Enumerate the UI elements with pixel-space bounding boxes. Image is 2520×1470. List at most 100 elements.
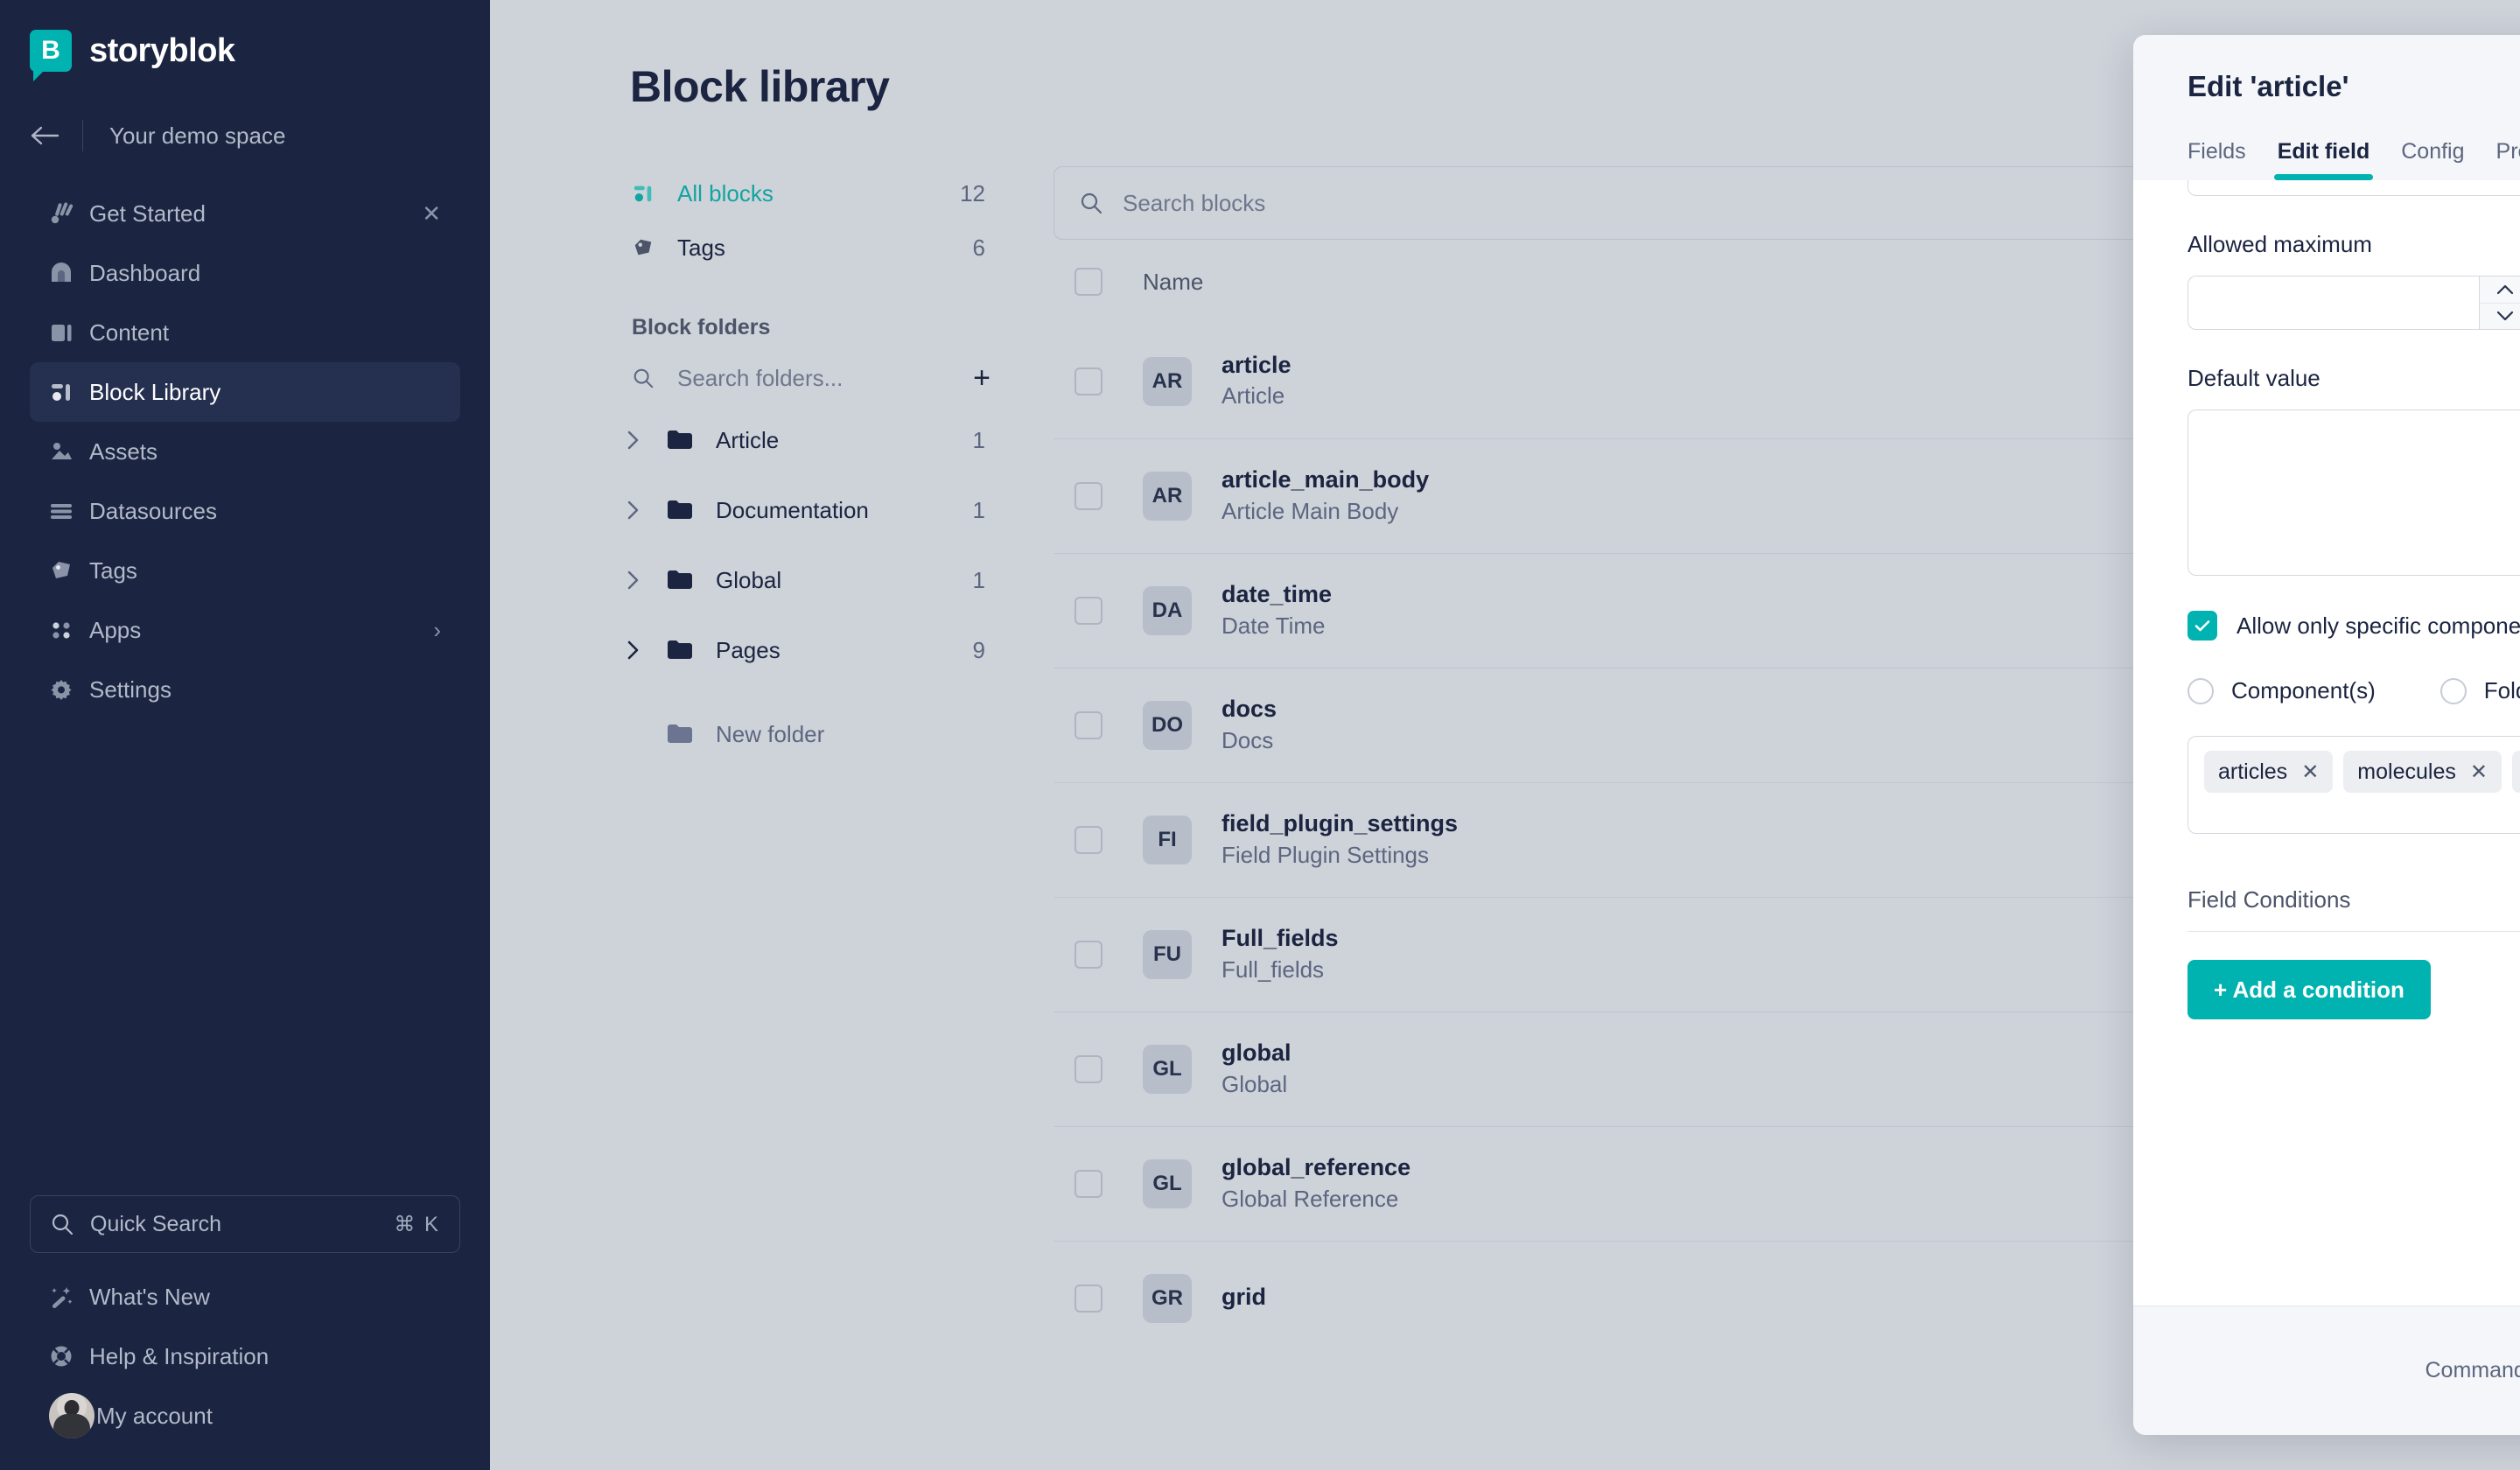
tags-multiselect[interactable]: articles✕ molecules✕ organisms✕ atom✕ ✕ bbox=[2188, 736, 2520, 834]
block-display-name: Full_fields bbox=[1222, 956, 1325, 983]
chevron-right-icon[interactable] bbox=[626, 430, 667, 451]
add-folder-button[interactable]: + bbox=[973, 363, 990, 393]
folder-row-documentation[interactable]: Documentation 1 bbox=[621, 475, 1006, 545]
row-checkbox[interactable] bbox=[1074, 482, 1102, 510]
new-folder-button[interactable]: New folder bbox=[621, 699, 1006, 769]
block-technical-name: docs bbox=[1222, 696, 1278, 723]
back-arrow-icon[interactable] bbox=[30, 125, 82, 146]
sidebar-item-my-account[interactable]: My account bbox=[30, 1386, 460, 1446]
scrolled-off-input-field[interactable] bbox=[2188, 180, 2520, 195]
block-badge: FU bbox=[1143, 930, 1192, 979]
sidebar-item-label: Settings bbox=[89, 676, 172, 703]
row-checkbox[interactable] bbox=[1074, 1170, 1102, 1198]
sidebar-item-tags[interactable]: Tags bbox=[30, 541, 460, 600]
tab-edit-field[interactable]: Edit field bbox=[2262, 139, 2386, 180]
allow-specific-components-row[interactable]: Allow only specific components to be ins… bbox=[2188, 611, 2520, 640]
space-switcher[interactable]: Your demo space bbox=[0, 112, 490, 159]
chevron-right-icon[interactable] bbox=[626, 570, 667, 591]
search-icon bbox=[50, 1212, 90, 1236]
select-all-checkbox[interactable] bbox=[1074, 268, 1102, 296]
brand-logo[interactable]: B storyblok bbox=[0, 0, 490, 81]
default-value-textarea[interactable] bbox=[2188, 410, 2520, 576]
sidebar-item-get-started[interactable]: Get Started ✕ bbox=[30, 184, 460, 243]
tag-chip[interactable]: organisms✕ bbox=[2511, 751, 2520, 793]
block-display-name: Date Time bbox=[1222, 612, 1326, 639]
row-checkbox[interactable] bbox=[1074, 597, 1102, 625]
sidebar-item-dashboard[interactable]: Dashboard bbox=[30, 243, 460, 303]
close-icon[interactable]: ✕ bbox=[422, 200, 441, 228]
sidebar-item-help[interactable]: Help & Inspiration bbox=[30, 1326, 460, 1386]
tab-config[interactable]: Config bbox=[2385, 139, 2480, 180]
new-folder-label: New folder bbox=[716, 720, 825, 747]
scrolled-off-input[interactable] bbox=[2188, 180, 2520, 196]
sidebar-item-settings[interactable]: Settings bbox=[30, 660, 460, 719]
row-checkbox[interactable] bbox=[1074, 941, 1102, 969]
remove-tag-icon[interactable]: ✕ bbox=[2470, 760, 2488, 785]
tab-fields[interactable]: Fields bbox=[2188, 139, 2262, 180]
row-checkbox[interactable] bbox=[1074, 1055, 1102, 1083]
folder-row-global[interactable]: Global 1 bbox=[621, 545, 1006, 615]
block-technical-name: date_time bbox=[1222, 581, 1333, 608]
sidebar-item-datasources[interactable]: Datasources bbox=[30, 481, 460, 541]
app-root: B storyblok Your demo space Get Started … bbox=[0, 0, 2520, 1470]
block-folders-heading: Block folders bbox=[632, 315, 771, 340]
block-display-name: Global Reference bbox=[1222, 1185, 1399, 1212]
folder-name: Global bbox=[716, 566, 782, 593]
tab-presets[interactable]: Presets bbox=[2481, 139, 2520, 180]
tag-icon bbox=[632, 236, 677, 259]
folder-icon bbox=[667, 723, 716, 746]
folder-search-input[interactable]: Search folders... + bbox=[621, 351, 1006, 405]
chevron-right-icon[interactable] bbox=[626, 500, 667, 521]
allow-specific-checkbox[interactable] bbox=[2188, 611, 2217, 640]
sidebar-item-apps[interactable]: Apps › bbox=[30, 600, 460, 660]
sidebar-item-content[interactable]: Content bbox=[30, 303, 460, 362]
modal-title: Edit 'article' bbox=[2188, 70, 2349, 102]
tag-chip[interactable]: articles ✕ bbox=[2204, 751, 2334, 793]
tag-chip-label: articles bbox=[2218, 759, 2288, 784]
tree-item-label: Tags bbox=[677, 234, 725, 261]
row-checkbox[interactable] bbox=[1074, 711, 1102, 739]
sidebar-item-block-library[interactable]: Block Library bbox=[30, 362, 460, 422]
folder-row-pages[interactable]: Pages 9 bbox=[621, 615, 1006, 685]
tree-item-all-blocks[interactable]: All blocks 12 bbox=[621, 166, 1006, 220]
tree-item-tags[interactable]: Tags 6 bbox=[621, 220, 1006, 275]
logo-letter: B bbox=[41, 36, 60, 65]
remove-tag-icon[interactable]: ✕ bbox=[2301, 760, 2319, 785]
folder-count: 1 bbox=[972, 496, 985, 523]
block-names: Full_fields Full_fields bbox=[1222, 924, 1339, 985]
block-technical-name: article_main_body bbox=[1222, 466, 1430, 494]
radio-components[interactable]: Component(s) bbox=[2188, 677, 2376, 704]
block-badge: AR bbox=[1143, 472, 1192, 521]
sidebar-item-whats-new[interactable]: What's New bbox=[30, 1267, 460, 1326]
folder-icon bbox=[667, 429, 716, 452]
sidebar-item-assets[interactable]: Assets bbox=[30, 422, 460, 481]
lifebuoy-icon bbox=[49, 1344, 89, 1368]
folder-count: 9 bbox=[972, 636, 985, 663]
row-checkbox[interactable] bbox=[1074, 826, 1102, 854]
row-checkbox[interactable] bbox=[1074, 367, 1102, 396]
block-technical-name: article bbox=[1222, 351, 1292, 378]
radio-folders[interactable]: Folder(s) bbox=[2440, 677, 2520, 704]
tag-chip[interactable]: molecules ✕ bbox=[2343, 751, 2502, 793]
add-condition-button[interactable]: + Add a condition bbox=[2188, 960, 2431, 1019]
block-names: article Article bbox=[1222, 351, 1292, 412]
search-blocks-placeholder: Search blocks bbox=[1123, 189, 1266, 216]
sidebar-item-label: Content bbox=[89, 318, 170, 346]
chevron-up-icon[interactable] bbox=[2480, 276, 2520, 303]
chevron-right-icon[interactable]: › bbox=[433, 617, 441, 644]
allowed-maximum-input[interactable] bbox=[2188, 276, 2479, 329]
folder-name: Documentation bbox=[716, 496, 869, 523]
tag-chip-label: molecules bbox=[2357, 759, 2456, 784]
block-technical-name: global_reference bbox=[1222, 1154, 1411, 1181]
scope-radio-group: Component(s) Folder(s) Tag(s) bbox=[2188, 677, 2520, 704]
row-checkbox[interactable] bbox=[1074, 1284, 1102, 1312]
folder-row-article[interactable]: Article 1 bbox=[621, 405, 1006, 475]
chevron-down-icon[interactable] bbox=[2480, 302, 2520, 329]
chevron-right-icon[interactable] bbox=[626, 640, 667, 661]
folder-icon bbox=[667, 499, 716, 522]
radio-dot bbox=[2188, 677, 2214, 704]
quick-search-input[interactable]: Quick Search ⌘ K bbox=[30, 1195, 460, 1253]
space-name: Your demo space bbox=[109, 122, 286, 149]
allowed-maximum-stepper[interactable] bbox=[2188, 276, 2520, 330]
